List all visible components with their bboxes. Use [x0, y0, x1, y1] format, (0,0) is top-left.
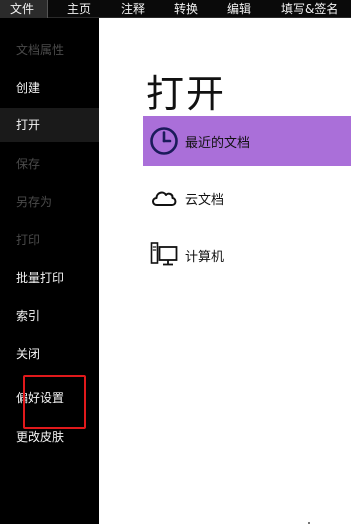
- location-recent-documents[interactable]: 最近的文档: [143, 116, 351, 166]
- sidebar-item-print: 打印: [16, 233, 41, 247]
- cloud-icon: [152, 191, 177, 206]
- location-label: 最近的文档: [185, 136, 251, 151]
- sidebar-item-batch-print[interactable]: 批量打印: [16, 269, 64, 286]
- sidebar-item-open[interactable]: 打开: [0, 108, 99, 142]
- sidebar-item-save-as: 另存为: [16, 195, 53, 209]
- sidebar-item-document-properties: 文档属性: [16, 43, 65, 57]
- backstage-sidebar: 文档属性 创建 打开 保存 另存为 打印 批量打印 索引 关闭 偏好设置 更改皮…: [0, 18, 99, 524]
- sidebar-item-index[interactable]: 索引: [16, 307, 40, 324]
- location-cloud-documents[interactable]: 云文档: [143, 173, 351, 223]
- location-label: 云文档: [185, 193, 225, 208]
- location-computer[interactable]: 计算机: [143, 230, 351, 280]
- tab-home[interactable]: 主页: [67, 0, 91, 18]
- annotation-highlight-box: [23, 375, 86, 429]
- tab-fill-sign[interactable]: 填写&签名: [281, 0, 338, 18]
- tab-annotate[interactable]: 注释: [121, 0, 145, 18]
- computer-icon: [150, 242, 178, 266]
- tab-convert[interactable]: 转换: [174, 0, 198, 18]
- location-label: 计算机: [185, 250, 225, 265]
- app-window: 文件 主页 注释 转换 编辑 填写&签名 文档属性 创建 打开 保存 另存为 打…: [0, 0, 351, 524]
- tab-edit[interactable]: 编辑: [227, 0, 251, 18]
- ribbon-tab-bar: 文件 主页 注释 转换 编辑 填写&签名: [0, 0, 351, 18]
- sidebar-item-create[interactable]: 创建: [16, 79, 40, 96]
- tab-file[interactable]: 文件: [0, 0, 48, 18]
- sidebar-item-save: 保存: [16, 157, 41, 171]
- sidebar-item-change-skin[interactable]: 更改皮肤: [16, 428, 64, 445]
- page-title: 打开: [146, 72, 227, 116]
- sidebar-item-close[interactable]: 关闭: [16, 345, 40, 362]
- open-panel: 打开 最近的文档 云文档 计算机: [99, 18, 351, 524]
- clock-icon: [150, 127, 178, 155]
